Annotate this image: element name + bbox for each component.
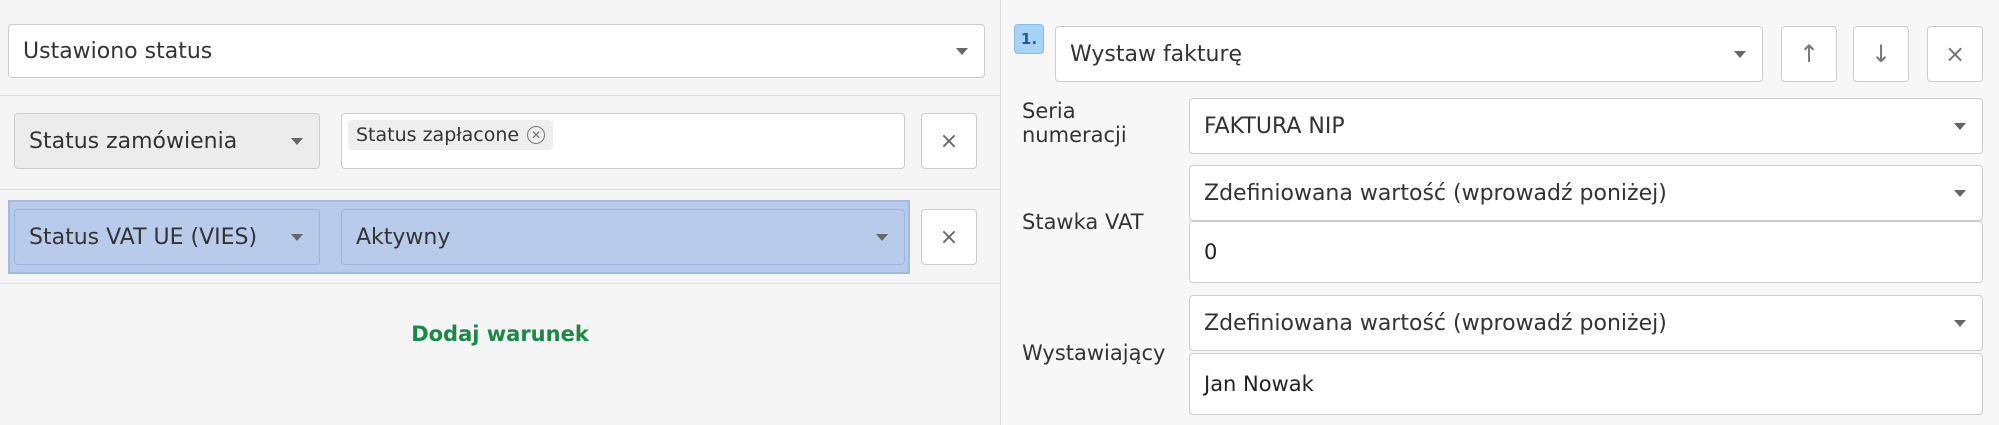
trigger-select-value: Ustawiono status <box>23 38 213 64</box>
condition-field-value: Status VAT UE (VIES) <box>29 224 258 250</box>
move-down-button[interactable]: ↓ <box>1853 26 1909 82</box>
chevron-down-icon <box>876 234 888 241</box>
divider <box>0 95 1000 96</box>
remove-action-button[interactable]: × <box>1927 26 1983 82</box>
arrow-down-icon: ↓ <box>1870 40 1892 68</box>
action-index-badge: 1. <box>1014 24 1044 54</box>
remove-condition-button[interactable]: × <box>921 113 977 169</box>
status-tag: Status zapłacone ✕ <box>348 120 554 150</box>
remove-condition-button[interactable]: × <box>921 209 977 265</box>
close-icon: × <box>939 128 959 154</box>
move-up-button[interactable]: ↑ <box>1781 26 1837 82</box>
divider <box>0 189 1000 190</box>
chevron-down-icon <box>1954 190 1966 197</box>
close-icon: × <box>939 224 959 250</box>
chevron-down-icon <box>1734 51 1746 58</box>
trigger-select[interactable]: Ustawiono status <box>8 24 985 78</box>
close-icon: × <box>1944 40 1966 68</box>
vat-mode-select[interactable]: Zdefiniowana wartość (wprowadź poniżej) <box>1189 165 1983 221</box>
issuer-mode-value: Zdefiniowana wartość (wprowadź poniżej) <box>1204 310 1667 336</box>
vat-mode-value: Zdefiniowana wartość (wprowadź poniżej) <box>1204 180 1667 206</box>
numbering-series-value: FAKTURA NIP <box>1204 113 1345 139</box>
issuer-value-input[interactable]: Jan Nowak <box>1189 353 1983 415</box>
condition-field-select[interactable]: Status zamówienia <box>14 113 320 169</box>
chevron-down-icon <box>1954 320 1966 327</box>
action-type-value: Wystaw fakturę <box>1070 41 1243 67</box>
chevron-down-icon <box>956 48 968 55</box>
chevron-down-icon <box>291 138 303 145</box>
vat-value-input[interactable]: 0 <box>1189 221 1983 283</box>
issuer-label: Wystawiający <box>1022 341 1166 365</box>
condition-tag-input[interactable]: Status zapłacone ✕ <box>341 113 905 169</box>
automation-rule-editor: Ustawiono status Status zamówienia Statu… <box>0 0 1999 425</box>
divider <box>0 283 1000 284</box>
vat-value: 0 <box>1204 240 1218 264</box>
vat-rate-label: Stawka VAT <box>1022 210 1144 234</box>
numbering-series-select[interactable]: FAKTURA NIP <box>1189 98 1983 154</box>
action-type-select[interactable]: Wystaw fakturę <box>1055 26 1763 82</box>
condition-value-select[interactable]: Aktywny <box>341 209 905 265</box>
condition-field-value: Status zamówienia <box>29 128 238 154</box>
numbering-series-label: Seria numeracji <box>1022 99 1127 147</box>
arrow-up-icon: ↑ <box>1798 40 1820 68</box>
add-condition-link[interactable]: Dodaj warunek <box>400 322 600 346</box>
chevron-down-icon <box>291 234 303 241</box>
issuer-mode-select[interactable]: Zdefiniowana wartość (wprowadź poniżej) <box>1189 295 1983 351</box>
remove-tag-icon[interactable]: ✕ <box>527 126 546 144</box>
status-tag-label: Status zapłacone <box>356 124 520 146</box>
condition-value: Aktywny <box>356 224 451 250</box>
chevron-down-icon <box>1954 123 1966 130</box>
condition-field-select[interactable]: Status VAT UE (VIES) <box>14 209 320 265</box>
issuer-value: Jan Nowak <box>1204 372 1314 396</box>
